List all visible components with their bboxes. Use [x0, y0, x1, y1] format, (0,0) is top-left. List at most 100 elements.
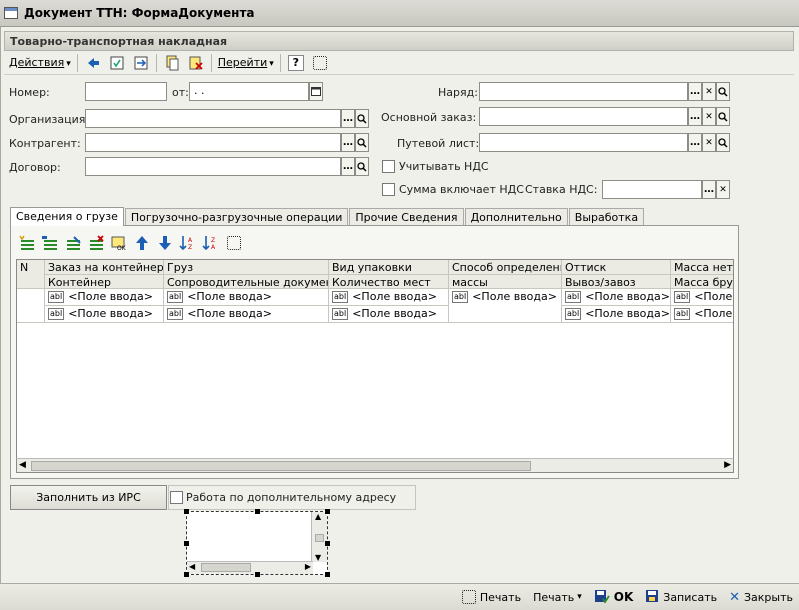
ellipsis-button[interactable]: … — [341, 109, 355, 128]
move-down-icon[interactable] — [155, 234, 175, 252]
work-order-field[interactable] — [479, 82, 688, 101]
ellipsis-button[interactable]: … — [688, 107, 702, 126]
col-header-gross-mass[interactable]: Масса брут — [671, 275, 733, 289]
scroll-left-icon[interactable]: ◀ — [19, 460, 26, 470]
col-header-accompanying-docs[interactable]: Сопроводительные документы — [164, 275, 329, 289]
selection-handle[interactable] — [184, 541, 189, 546]
textarea-vertical-scrollbar[interactable]: ▲ ▼ — [311, 512, 327, 562]
table-cell[interactable]: abl<Поле ввода> — [562, 289, 671, 306]
ellipsis-button[interactable]: … — [341, 133, 355, 152]
selection-handle[interactable] — [325, 572, 330, 577]
sum-incl-vat-checkbox[interactable] — [382, 183, 395, 196]
cargo-grid[interactable]: N Заказ на контейнер Груз Вид упаковки С… — [16, 259, 734, 473]
scrollbar-thumb[interactable] — [31, 461, 531, 471]
clear-icon[interactable]: ✕ — [702, 107, 716, 126]
selection-handle[interactable] — [184, 572, 189, 577]
selection-handle[interactable] — [325, 509, 330, 514]
tab-output[interactable]: Выработка — [568, 208, 645, 226]
post-document-icon[interactable] — [107, 53, 127, 73]
end-edit-icon[interactable]: OK — [109, 234, 129, 252]
main-order-field[interactable] — [479, 107, 688, 126]
back-arrow-icon[interactable] — [83, 53, 103, 73]
tab-loading-operations[interactable]: Погрузочно-разгрузочные операции — [124, 208, 349, 226]
organization-field[interactable] — [85, 109, 341, 128]
extra-address-textarea[interactable]: ▲ ▼ ◀ ▶ — [184, 509, 330, 577]
table-cell[interactable]: abl<Поле ввода> — [562, 306, 671, 323]
clear-icon[interactable]: ✕ — [702, 133, 716, 152]
grid-horizontal-scrollbar[interactable]: ◀ ▶ — [16, 458, 734, 473]
search-icon[interactable] — [716, 82, 730, 101]
col-header-mass-method-2[interactable]: массы — [449, 275, 562, 289]
search-icon[interactable] — [716, 107, 730, 126]
col-header-container[interactable]: Контейнер — [45, 275, 164, 289]
search-icon[interactable] — [716, 133, 730, 152]
copy-document-icon[interactable] — [162, 53, 182, 73]
col-header-mass-method[interactable]: Способ определения — [449, 260, 562, 275]
unpost-document-icon[interactable] — [131, 53, 151, 73]
table-cell[interactable]: abl<Поле ввода> — [45, 289, 164, 306]
selection-handle[interactable] — [255, 509, 260, 514]
delete-row-icon[interactable] — [86, 234, 106, 252]
close-button[interactable]: ✕ Закрыть — [729, 590, 793, 605]
col-header-places[interactable]: Количество мест — [329, 275, 449, 289]
edit-row-icon[interactable] — [63, 234, 83, 252]
col-header-cargo[interactable]: Груз — [164, 260, 329, 275]
selection-handle[interactable] — [325, 541, 330, 546]
table-cell[interactable]: abl<Поле ввода> — [671, 289, 733, 306]
select-area-icon[interactable] — [224, 234, 244, 252]
col-header-net-mass[interactable]: Масса нетт — [671, 260, 733, 275]
table-cell[interactable]: abl<Поле ввода> — [671, 306, 733, 323]
calendar-icon[interactable] — [309, 82, 323, 101]
col-header-container-order[interactable]: Заказ на контейнер — [45, 260, 164, 275]
move-up-icon[interactable] — [132, 234, 152, 252]
sort-descending-icon[interactable]: ZA — [201, 234, 221, 252]
search-icon[interactable] — [355, 109, 369, 128]
row-number-cell[interactable] — [17, 289, 45, 323]
col-header-packaging[interactable]: Вид упаковки — [329, 260, 449, 275]
help-button[interactable]: ? — [286, 53, 306, 73]
waybill-field[interactable] — [479, 133, 688, 152]
clear-icon[interactable]: ✕ — [716, 180, 730, 199]
search-icon[interactable] — [355, 157, 369, 176]
table-cell[interactable]: abl<Поле ввода> — [45, 306, 164, 323]
print-menu-button[interactable]: Печать ▾ — [533, 591, 582, 604]
date-field[interactable]: . . — [189, 82, 309, 101]
vat-checkbox[interactable] — [382, 160, 395, 173]
goto-menu[interactable]: Перейти — [215, 54, 277, 72]
ellipsis-button[interactable]: … — [702, 180, 716, 199]
col-header-export-import[interactable]: Вывоз/завоз — [562, 275, 671, 289]
tab-cargo-info[interactable]: Сведения о грузе — [10, 207, 124, 226]
contract-field[interactable] — [85, 157, 341, 176]
add-row-icon[interactable] — [17, 234, 37, 252]
tab-additional[interactable]: Дополнительно — [464, 208, 568, 226]
table-cell[interactable]: abl<Поле ввода> — [449, 289, 562, 323]
selection-handle[interactable] — [255, 572, 260, 577]
textarea-horizontal-scrollbar[interactable]: ◀ ▶ — [187, 561, 313, 574]
fill-from-irs-button[interactable]: Заполнить из ИРС — [10, 485, 167, 510]
col-header-n[interactable]: N — [17, 260, 45, 289]
tab-other-info[interactable]: Прочие Сведения — [349, 208, 464, 226]
ellipsis-button[interactable]: … — [688, 133, 702, 152]
table-cell[interactable]: abl<Поле ввода> — [164, 289, 329, 306]
scroll-right-icon[interactable]: ▶ — [724, 460, 731, 470]
vat-rate-field[interactable] — [602, 180, 702, 199]
col-header-imprint[interactable]: Оттиск — [562, 260, 671, 275]
select-area-icon[interactable] — [310, 53, 330, 73]
extra-address-checkbox[interactable] — [170, 491, 183, 504]
actions-menu[interactable]: Действия — [6, 54, 74, 72]
print-button[interactable]: Печать — [461, 590, 521, 604]
copy-row-icon[interactable] — [40, 234, 60, 252]
ellipsis-button[interactable]: … — [341, 157, 355, 176]
delete-document-icon[interactable] — [186, 53, 206, 73]
ellipsis-button[interactable]: … — [688, 82, 702, 101]
table-cell[interactable]: abl<Поле ввода> — [329, 306, 449, 323]
table-cell[interactable]: abl<Поле ввода> — [164, 306, 329, 323]
number-field[interactable] — [85, 82, 167, 101]
selection-handle[interactable] — [184, 509, 189, 514]
search-icon[interactable] — [355, 133, 369, 152]
save-button[interactable]: Записать — [645, 589, 717, 606]
clear-icon[interactable]: ✕ — [702, 82, 716, 101]
sort-ascending-icon[interactable]: AZ — [178, 234, 198, 252]
ok-button[interactable]: OK — [594, 588, 633, 607]
counterparty-field[interactable] — [85, 133, 341, 152]
